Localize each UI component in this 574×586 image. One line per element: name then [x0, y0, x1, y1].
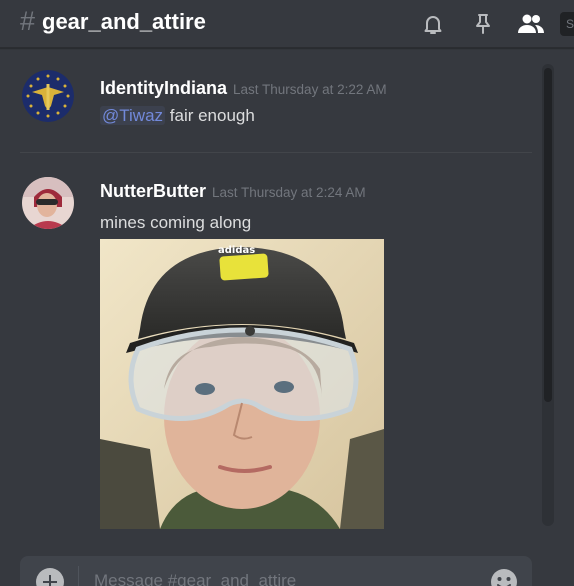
- composer-divider: [78, 566, 79, 586]
- avatar[interactable]: [22, 177, 74, 229]
- user-mention[interactable]: @Tiwaz: [100, 106, 166, 125]
- message-composer: [20, 556, 532, 586]
- members-icon[interactable]: [516, 12, 546, 36]
- emoji-icon[interactable]: [490, 568, 518, 586]
- message-author[interactable]: IdentityIndiana Last Thursday at 2:22 AM: [100, 78, 387, 99]
- upload-plus-icon[interactable]: [36, 568, 64, 586]
- message-author[interactable]: NutterButter Last Thursday at 2:24 AM: [100, 181, 366, 202]
- channel-hash-icon: #: [20, 6, 36, 36]
- username[interactable]: NutterButter: [100, 181, 206, 201]
- message-input[interactable]: [94, 568, 474, 586]
- bell-icon[interactable]: [421, 12, 445, 36]
- message-item: IdentityIndiana Last Thursday at 2:22 AM …: [0, 48, 540, 152]
- image-attachment[interactable]: adidas: [100, 239, 384, 529]
- avatar[interactable]: [22, 70, 74, 122]
- search-icon[interactable]: S: [560, 12, 574, 36]
- message-content: mines coming along: [100, 213, 251, 233]
- helmet-brand-text: adidas: [218, 245, 255, 256]
- message-content: @Tiwaz fair enough: [100, 106, 255, 126]
- message-scrollbar-thumb[interactable]: [544, 68, 552, 402]
- message-list: IdentityIndiana Last Thursday at 2:22 AM …: [0, 48, 540, 556]
- message-timestamp: Last Thursday at 2:22 AM: [233, 82, 387, 97]
- message-timestamp: Last Thursday at 2:24 AM: [212, 185, 366, 200]
- pin-icon[interactable]: [471, 12, 495, 36]
- message-text: mines coming along: [100, 213, 252, 232]
- channel-header: # gear_and_attire S: [0, 0, 574, 48]
- username[interactable]: IdentityIndiana: [100, 78, 227, 98]
- message-text: fair enough: [169, 106, 255, 125]
- channel-title: gear_and_attire: [42, 9, 206, 34]
